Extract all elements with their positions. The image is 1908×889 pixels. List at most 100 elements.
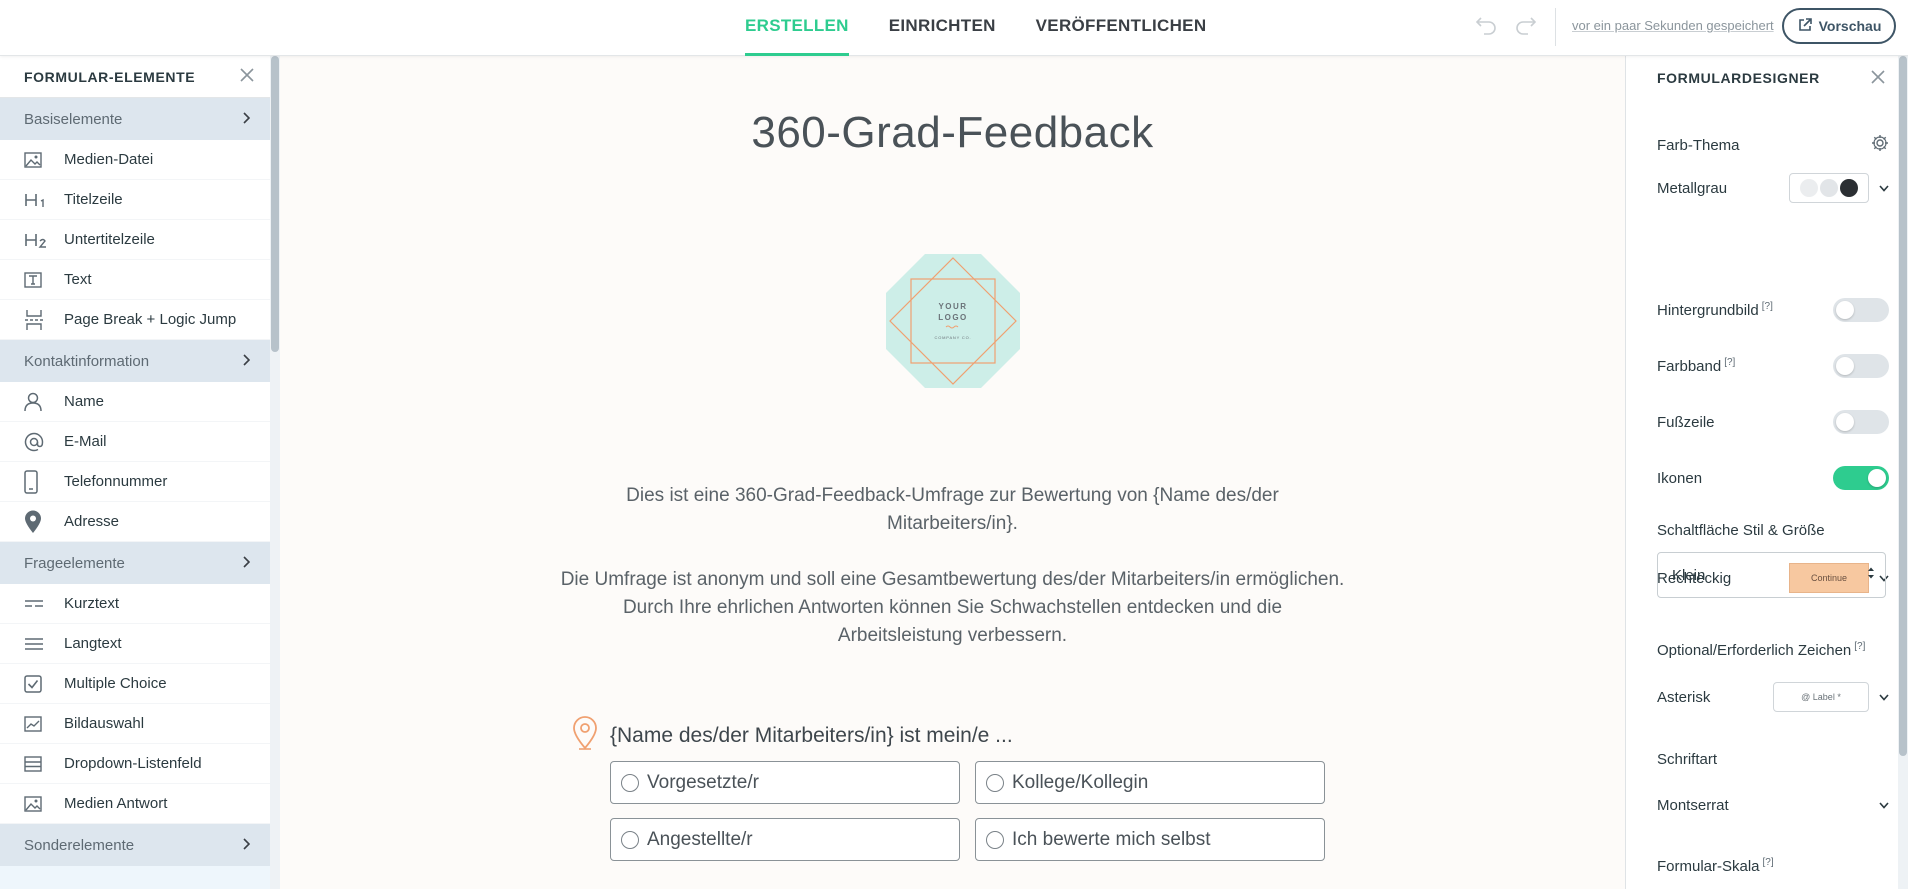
background-image-label: Hintergrundbild [1657,302,1759,319]
element-page-break[interactable]: Page Break + Logic Jump [0,300,270,340]
element-adresse[interactable]: Adresse [0,502,270,542]
chevron-right-icon [242,111,251,127]
element-langtext[interactable]: Langtext [0,624,270,664]
element-telefonnummer[interactable]: Telefonnummer [0,462,270,502]
option-label: Vorgesetzte/r [647,771,759,793]
radio-icon [986,830,1004,849]
element-text[interactable]: Text [0,260,270,300]
company-logo[interactable]: YOUR LOGO COMPANY CO. [886,254,1020,393]
icons-toggle[interactable] [1833,466,1889,490]
location-pin-icon [24,510,64,534]
at-icon [24,432,64,452]
element-untertitelzeile[interactable]: Untertitelzeile [0,220,270,260]
form-description-2[interactable]: Die Umfrage ist anonym und soll eine Ges… [560,566,1345,650]
element-email[interactable]: E-Mail [0,422,270,462]
color-theme-label: Farb-Thema [1657,136,1740,154]
color-band-row: Farbband [?] [1657,352,1889,380]
form-description-1[interactable]: Dies ist eine 360-Grad-Feedback-Umfrage … [560,482,1345,538]
chevron-right-icon [242,555,251,571]
theme-swatch[interactable] [1789,173,1869,203]
close-icon[interactable] [240,65,254,88]
element-label: Name [64,393,105,410]
element-titelzeile[interactable]: Titelzeile [0,180,270,220]
form-designer-panel: FORMULARDESIGNER Farb-Thema Metallgrau H… [1625,56,1908,889]
element-dropdown[interactable]: Dropdown-Listenfeld [0,744,270,784]
section-basiselemente[interactable]: Basiselemente [0,98,270,140]
option-angestellte[interactable]: Angestellte/r [610,818,960,861]
button-style-heading: Schaltfläche Stil & Größe [1657,518,1889,542]
icons-row: Ikonen [1657,464,1889,492]
option-vorgesetzte[interactable]: Vorgesetzte/r [610,761,960,804]
gear-icon[interactable] [1871,134,1889,156]
element-multiple-choice[interactable]: Multiple Choice [0,664,270,704]
label-marker-preview[interactable]: @ Label * [1773,682,1869,712]
element-name[interactable]: Name [0,382,270,422]
section-kontaktinformation[interactable]: Kontaktinformation [0,340,270,382]
element-bildauswahl[interactable]: Bildauswahl [0,704,270,744]
element-label: Dropdown-Listenfeld [64,755,202,772]
option-label: Kollege/Kollegin [1012,771,1149,793]
swatch-dot [1800,179,1818,197]
scrollbar-thumb[interactable] [271,56,279,352]
undo-redo-group [1472,14,1540,42]
chevron-right-icon [242,353,251,369]
element-medien-datei[interactable]: Medien-Datei [0,140,270,180]
phone-icon [24,469,64,494]
chevron-down-icon[interactable] [1879,690,1889,704]
font-label: Schriftart [1657,750,1718,768]
form-designer-title: FORMULARDESIGNER [1657,70,1820,86]
top-bar: ERSTELLEN EINRICHTEN VERÖFFENTLICHEN vor… [0,0,1908,56]
color-theme-row: Farb-Thema [1657,132,1889,158]
right-scrollbar[interactable] [1898,56,1908,889]
option-label: Ich bewerte mich selbst [1012,828,1211,850]
element-kurztext[interactable]: Kurztext [0,584,270,624]
radio-icon [621,830,639,849]
form-scale-heading: Formular-Skala [?] [1657,854,1889,878]
close-icon[interactable] [1871,70,1885,89]
tab-veroeffentlichen[interactable]: VERÖFFENTLICHEN [1036,0,1207,56]
element-label: Kurztext [64,595,120,612]
chevron-down-icon[interactable] [1879,798,1889,812]
select-arrows-icon [1867,566,1875,584]
form-title[interactable]: 360-Grad-Feedback [280,108,1625,158]
scrollbar-thumb[interactable] [1899,56,1907,756]
footer-row: Fußzeile [1657,408,1889,436]
section-frageelemente[interactable]: Frageelemente [0,542,270,584]
theme-select-row: Metallgrau [1657,172,1889,204]
background-image-toggle[interactable] [1833,298,1889,322]
preview-button[interactable]: Vorschau [1782,8,1896,44]
element-medien-antwort[interactable]: Medien Antwort [0,784,270,824]
form-scale-label: Formular-Skala [1657,858,1760,875]
saved-status[interactable]: vor ein paar Sekunden gespeichert [1572,18,1774,33]
redo-icon[interactable] [1514,14,1540,42]
font-select-row[interactable]: Montserrat [1657,793,1889,817]
left-scrollbar[interactable] [270,56,280,889]
element-label: Bildauswahl [64,715,145,732]
button-size-select[interactable]: Klein [1657,552,1886,598]
footer-toggle[interactable] [1833,410,1889,434]
chevron-down-icon[interactable] [1879,181,1889,195]
undo-icon[interactable] [1472,14,1498,42]
option-selbst[interactable]: Ich bewerte mich selbst [975,818,1325,861]
help-mark[interactable]: [?] [1762,301,1773,312]
optional-marker-heading: Optional/Erforderlich Zeichen [?] [1657,638,1889,662]
element-label: Multiple Choice [64,675,167,692]
help-mark[interactable]: [?] [1724,357,1735,368]
question-label[interactable]: {Name des/der Mitarbeiters/in} ist mein/… [610,724,1013,748]
swatch-dot [1840,179,1858,197]
element-label: Adresse [64,513,120,530]
location-pin-icon [572,716,598,755]
tab-einrichten[interactable]: EINRICHTEN [889,0,996,56]
section-sonderelemente[interactable]: Sonderelemente [0,824,270,866]
color-band-toggle[interactable] [1833,354,1889,378]
help-mark[interactable]: [?] [1763,857,1774,868]
option-kollege[interactable]: Kollege/Kollegin [975,761,1325,804]
element-label: Page Break + Logic Jump [64,311,237,328]
help-mark[interactable]: [?] [1854,641,1865,652]
option-label: Angestellte/r [647,828,753,850]
tab-erstellen[interactable]: ERSTELLEN [745,0,849,56]
logo-text-logo: LOGO [938,313,968,322]
element-label: Medien-Datei [64,151,154,168]
section-label: Kontaktinformation [24,352,150,370]
radio-icon [986,773,1004,792]
